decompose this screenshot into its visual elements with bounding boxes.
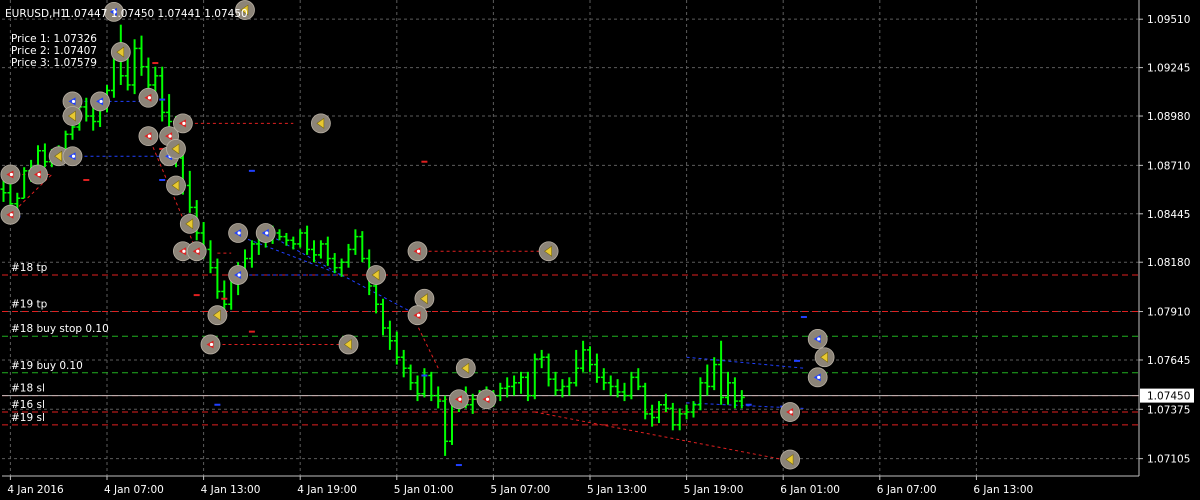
close-arrow-marker-27 bbox=[338, 334, 359, 355]
x-tick-label: 4 Jan 2016 bbox=[7, 484, 64, 496]
marker-dot bbox=[9, 172, 13, 177]
marker-dot bbox=[147, 134, 151, 138]
x-tick-label: 6 Jan 07:00 bbox=[877, 484, 937, 496]
buy-arrow-marker-22 bbox=[228, 223, 249, 243]
price-3-label: Price 3: 1.07579 bbox=[11, 57, 97, 69]
y-tick-label: 1.09245 bbox=[1147, 63, 1190, 75]
close-arrow-marker-33 bbox=[455, 358, 476, 379]
close-arrow-marker-26 bbox=[310, 113, 331, 134]
sell-arrow-marker-1 bbox=[0, 204, 21, 225]
order-line-label: #19 buy 0.10 bbox=[11, 360, 83, 372]
buy-arrow-marker-40 bbox=[807, 367, 828, 388]
marker-dot bbox=[182, 249, 186, 253]
y-tick-label: 1.07645 bbox=[1147, 355, 1190, 367]
y-tick-label: 1.07910 bbox=[1147, 307, 1190, 319]
order-line-label: #16 sl bbox=[11, 399, 45, 411]
price-chart[interactable]: #18 tp #19 tp #18 buy stop 0.10 #19 buy 0.1… bbox=[0, 0, 1200, 500]
order-line-label: #18 sl bbox=[11, 383, 45, 395]
close-arrow-marker-9 bbox=[110, 42, 131, 62]
x-tick-label: 5 Jan 07:00 bbox=[490, 484, 550, 496]
ohlc-readout: 1.07447 1.07450 1.07441 1.07450 bbox=[64, 8, 248, 20]
buy-arrow-marker-7 bbox=[90, 91, 110, 112]
marker-dot bbox=[182, 121, 186, 125]
buy-arrow-marker-23 bbox=[228, 265, 249, 285]
marker-dot bbox=[99, 99, 103, 104]
symbol-title: EURUSD,H1 bbox=[5, 8, 67, 20]
marker-dot bbox=[168, 134, 172, 138]
current-price-label: 1.07450 bbox=[1147, 391, 1190, 403]
x-tick-label: 5 Jan 01:00 bbox=[394, 484, 454, 496]
order-line-label: #18 tp bbox=[11, 262, 48, 274]
x-tick-label: 4 Jan 19:00 bbox=[297, 484, 357, 496]
marker-dot bbox=[265, 231, 269, 235]
marker-dot bbox=[817, 375, 821, 379]
marker-dot bbox=[209, 342, 214, 347]
y-tick-label: 1.08445 bbox=[1147, 209, 1190, 221]
order-line-label: #19 tp bbox=[11, 299, 48, 311]
y-tick-label: 1.09510 bbox=[1147, 14, 1190, 26]
sell-arrow-marker-21 bbox=[200, 334, 221, 355]
marker-dot bbox=[9, 213, 13, 217]
buy-arrow-marker-5 bbox=[62, 146, 83, 167]
marker-dot bbox=[37, 172, 41, 177]
close-arrow-marker-14 bbox=[166, 139, 186, 159]
sell-arrow-marker-34 bbox=[448, 389, 469, 410]
sell-arrow-marker-0 bbox=[0, 164, 21, 185]
x-tick-label: 4 Jan 13:00 bbox=[201, 484, 261, 496]
close-arrow-marker-6 bbox=[62, 106, 83, 126]
marker-dot bbox=[416, 249, 421, 253]
sell-arrow-marker-35 bbox=[476, 389, 497, 410]
marker-dot bbox=[196, 249, 200, 253]
sell-arrow-marker-19 bbox=[186, 241, 207, 262]
price-1-label: Price 1: 1.07326 bbox=[11, 33, 97, 45]
buy-arrow-marker-38 bbox=[807, 329, 828, 349]
marker-dot bbox=[485, 397, 490, 401]
marker-dot bbox=[71, 154, 76, 158]
y-tick-label: 1.08180 bbox=[1147, 257, 1190, 269]
x-tick-label: 5 Jan 13:00 bbox=[587, 484, 647, 496]
x-tick-label: 4 Jan 07:00 bbox=[104, 484, 164, 496]
marker-dot bbox=[147, 96, 151, 100]
buy-arrow-marker-24 bbox=[255, 223, 276, 243]
price-2-label: Price 2: 1.07407 bbox=[11, 45, 97, 57]
marker-dot bbox=[237, 231, 241, 235]
close-arrow-marker-20 bbox=[207, 305, 228, 326]
order-line-label: #18 buy stop 0.10 bbox=[11, 323, 109, 335]
close-arrow-marker-16 bbox=[166, 175, 186, 196]
sell-arrow-marker-2 bbox=[28, 164, 48, 185]
close-arrow-marker-37 bbox=[780, 449, 800, 470]
marker-dot bbox=[237, 273, 241, 277]
marker-dot bbox=[71, 99, 76, 104]
sell-arrow-marker-11 bbox=[138, 126, 159, 147]
marker-dot bbox=[458, 397, 462, 401]
y-tick-label: 1.07105 bbox=[1147, 454, 1190, 466]
close-arrow-marker-32 bbox=[538, 241, 559, 262]
marker-dot bbox=[817, 337, 821, 341]
sell-arrow-marker-15 bbox=[172, 113, 193, 134]
marker-dot bbox=[789, 410, 793, 414]
x-tick-label: 6 Jan 01:00 bbox=[780, 484, 840, 496]
x-tick-label: 5 Jan 19:00 bbox=[684, 484, 744, 496]
close-arrow-marker-39 bbox=[814, 347, 835, 368]
sell-arrow-marker-31 bbox=[407, 305, 428, 326]
y-tick-label: 1.08980 bbox=[1147, 111, 1190, 123]
sell-arrow-marker-29 bbox=[407, 241, 428, 262]
close-arrow-marker-28 bbox=[366, 265, 387, 285]
marker-dot bbox=[416, 313, 421, 317]
x-tick-label: 6 Jan 13:00 bbox=[973, 484, 1033, 496]
close-arrow-marker-17 bbox=[179, 213, 200, 234]
sell-arrow-marker-10 bbox=[138, 87, 159, 108]
y-tick-label: 1.07375 bbox=[1147, 404, 1190, 416]
order-line-label: #19 sl bbox=[11, 412, 45, 424]
sell-arrow-marker-36 bbox=[780, 402, 800, 422]
y-tick-label: 1.08710 bbox=[1147, 160, 1190, 172]
